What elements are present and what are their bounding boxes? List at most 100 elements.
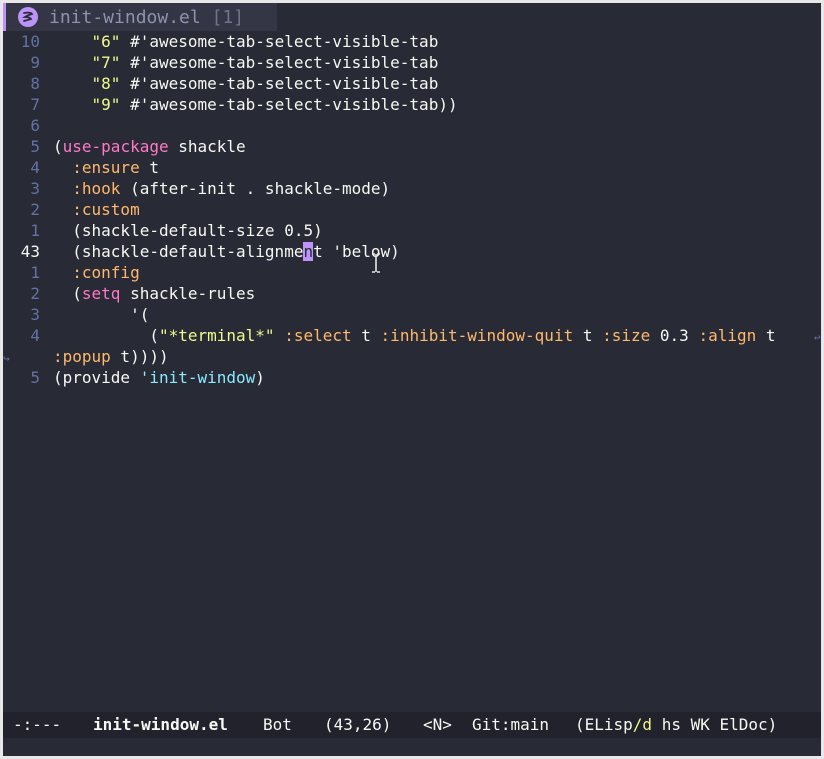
code-token: (shackle-default-size 0.5) [72, 221, 323, 240]
code-line[interactable]: 2 :custom [3, 199, 821, 220]
code-token: :config [72, 263, 140, 282]
code-token: (provide [53, 368, 140, 387]
code-token: (shackle-default-alignme [72, 242, 304, 261]
code-token: "9" [91, 95, 121, 114]
code-line[interactable]: 10 "6" #'awesome-tab-select-visible-tab [3, 31, 821, 52]
code-line[interactable]: 9 "7" #'awesome-tab-select-visible-tab [3, 52, 821, 73]
line-number: 7 [30, 95, 40, 114]
code-token: #'awesome-tab-select-visible-tab [120, 53, 439, 72]
line-number: 4 [30, 158, 40, 177]
code-token: shackle [168, 137, 246, 156]
code-line[interactable]: 2 (setq shackle-rules [3, 283, 821, 304]
line-number: 6 [30, 116, 40, 135]
code-token: t [573, 326, 603, 345]
line-code: (shackle-default-alignment 'below) [53, 241, 400, 262]
line-code: ("*terminal*" :select t :inhibit-window-… [53, 325, 776, 346]
line-number: 43 [20, 242, 40, 261]
code-line[interactable]: 6 [3, 115, 821, 136]
ibeam-cursor-icon [372, 253, 380, 273]
code-line[interactable]: 4 ("*terminal*" :select t :inhibit-windo… [3, 325, 821, 346]
code-line[interactable]: 1 :config [3, 262, 821, 283]
modeline-cursor-position: (43,26) [324, 715, 392, 734]
code-line[interactable]: 3 '( [3, 304, 821, 325]
line-code: (provide 'init-window) [53, 367, 265, 388]
modeline-position: Bot [263, 715, 292, 734]
code-token: use-package [62, 137, 169, 156]
wrap-continuation-icon: ↩ [814, 331, 821, 344]
code-token: (after-init . shackle-mode) [120, 179, 391, 198]
emacs-frame: init-window.el [1] 10 "6" #'awesome-tab-… [3, 3, 821, 756]
line-code: (setq shackle-rules [53, 283, 255, 304]
line-code: :ensure t [53, 157, 159, 178]
text-cursor: n [303, 242, 314, 261]
code-token: ( [72, 284, 82, 303]
code-token: setq [81, 284, 121, 303]
modeline-mode-rest: hs WK ElDoc) [652, 715, 778, 734]
code-token: "7" [91, 53, 121, 72]
line-number: 9 [30, 53, 40, 72]
code-line[interactable]: 5 (provide 'init-window) [3, 367, 821, 388]
line-number: 3 [30, 305, 40, 324]
line-code: "9" #'awesome-tab-select-visible-tab)) [53, 94, 458, 115]
line-code: "7" #'awesome-tab-select-visible-tab [53, 52, 439, 73]
code-token: "8" [91, 74, 121, 93]
code-editor[interactable]: 10 "6" #'awesome-tab-select-visible-tab 9… [3, 31, 821, 388]
line-code: "8" #'awesome-tab-select-visible-tab [53, 73, 439, 94]
code-token: shackle-rules [120, 284, 256, 303]
line-number: 4 [30, 326, 40, 345]
code-token: ( [53, 137, 63, 156]
modeline-vc-branch[interactable]: Git:main [472, 712, 549, 738]
emacs-icon [18, 7, 38, 27]
line-code: :config [53, 262, 140, 283]
modeline-status: -:--- [13, 715, 62, 734]
code-token: t 'below) [313, 242, 400, 261]
line-code: "6" #'awesome-tab-select-visible-tab [53, 31, 439, 52]
modeline-major-mode[interactable]: (ELisp/d hs WK ElDoc) [575, 712, 777, 738]
code-token: t)))) [110, 347, 169, 366]
line-code: (shackle-default-size 0.5) [53, 220, 323, 241]
code-line[interactable]: 43 (shackle-default-alignment 'below) [3, 241, 821, 262]
code-line[interactable]: 1 (shackle-default-size 0.5) [3, 220, 821, 241]
code-token: t [756, 326, 776, 345]
modeline-evil-state: <N> [423, 715, 452, 734]
code-line[interactable]: 4 :ensure t [3, 157, 821, 178]
line-number: 5 [30, 137, 40, 156]
line-number: 2 [30, 284, 40, 303]
line-number: 5 [30, 368, 40, 387]
code-token: ( [149, 326, 159, 345]
code-token: 'init-window [139, 368, 256, 387]
modeline-buffer-name[interactable]: init-window.el [93, 712, 228, 738]
code-line-continuation[interactable]: :popup t)))) [3, 346, 821, 367]
code-token: t [351, 326, 381, 345]
minibuffer[interactable] [3, 738, 821, 756]
code-line[interactable]: 3 :hook (after-init . shackle-mode) [3, 178, 821, 199]
code-token: '( [130, 305, 150, 324]
code-token: :hook [72, 179, 121, 198]
code-token: #'awesome-tab-select-visible-tab)) [120, 95, 458, 114]
code-token: :custom [72, 200, 140, 219]
tab-title: init-window.el [1] [49, 7, 244, 28]
code-line[interactable]: 5 (use-package shackle [3, 136, 821, 157]
line-number: 2 [30, 200, 40, 219]
modeline-mode-dir: /d [632, 715, 653, 734]
code-token: "6" [91, 32, 121, 51]
modeline-mode-open: (ELisp [575, 715, 633, 734]
code-line[interactable]: 7 "9" #'awesome-tab-select-visible-tab)) [3, 94, 821, 115]
line-number: 1 [30, 263, 40, 282]
code-token: :size [602, 326, 651, 345]
code-line[interactable]: 8 "8" #'awesome-tab-select-visible-tab [3, 73, 821, 94]
code-token: ) [255, 368, 265, 387]
tab-init-window[interactable]: init-window.el [1] [3, 3, 277, 31]
line-code: :hook (after-init . shackle-mode) [53, 178, 390, 199]
